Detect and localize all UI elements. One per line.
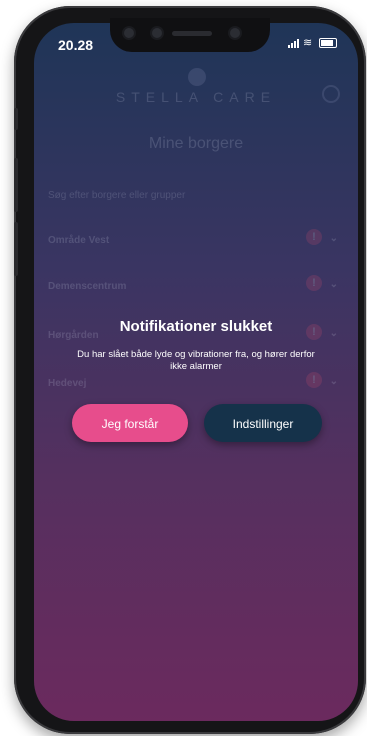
notification-dialog: Notifikationer slukket Du har slået både… [34,318,358,373]
list-item: Hedevej ! ⌄ [48,372,338,389]
dialog-title: Notifikationer slukket [119,318,273,335]
mute-switch [14,108,18,130]
battery-icon [319,38,337,48]
dialog-message: Du har slået både lyde og vibrationer fr… [77,349,315,372]
camera-icon [124,28,134,38]
gear-icon [322,85,340,103]
alert-icon: ! [306,372,322,388]
chevron-down-icon: ⌄ [329,376,338,387]
alert-icon: ! [306,229,322,245]
wifi-icon: ≋ [303,37,313,49]
list-item-label: Område Vest [48,235,110,246]
status-time: 20.28 [58,37,94,53]
settings-button[interactable]: Indstillinger [204,404,322,442]
speaker-grille [172,31,212,36]
search-input: Søg efter borgere eller grupper [48,190,186,201]
signal-icon [288,38,299,48]
face-sensor-icon [230,28,240,38]
list-item-label: Hedevej [48,378,87,389]
app-screen: STELLA CARE Mine borgere Søg efter borge… [34,23,358,721]
alert-icon: ! [306,275,322,291]
sensor-icon [152,28,162,38]
notch [110,18,270,52]
list-item: Område Vest ! ⌄ [48,229,338,246]
stella-logo-icon [188,68,206,86]
page-title: Mine borgere [148,135,244,152]
status-icons: ≋ [288,37,337,49]
brand-name: STELLA CARE [115,89,277,105]
list-item: Demenscentrum ! ⌄ [48,275,338,292]
list-item-label: Demenscentrum [48,281,127,292]
volume-up-button [14,158,18,212]
understand-button[interactable]: Jeg forstår [72,404,188,442]
volume-down-button [14,222,18,276]
chevron-down-icon: ⌄ [329,279,338,290]
chevron-down-icon: ⌄ [329,233,338,244]
